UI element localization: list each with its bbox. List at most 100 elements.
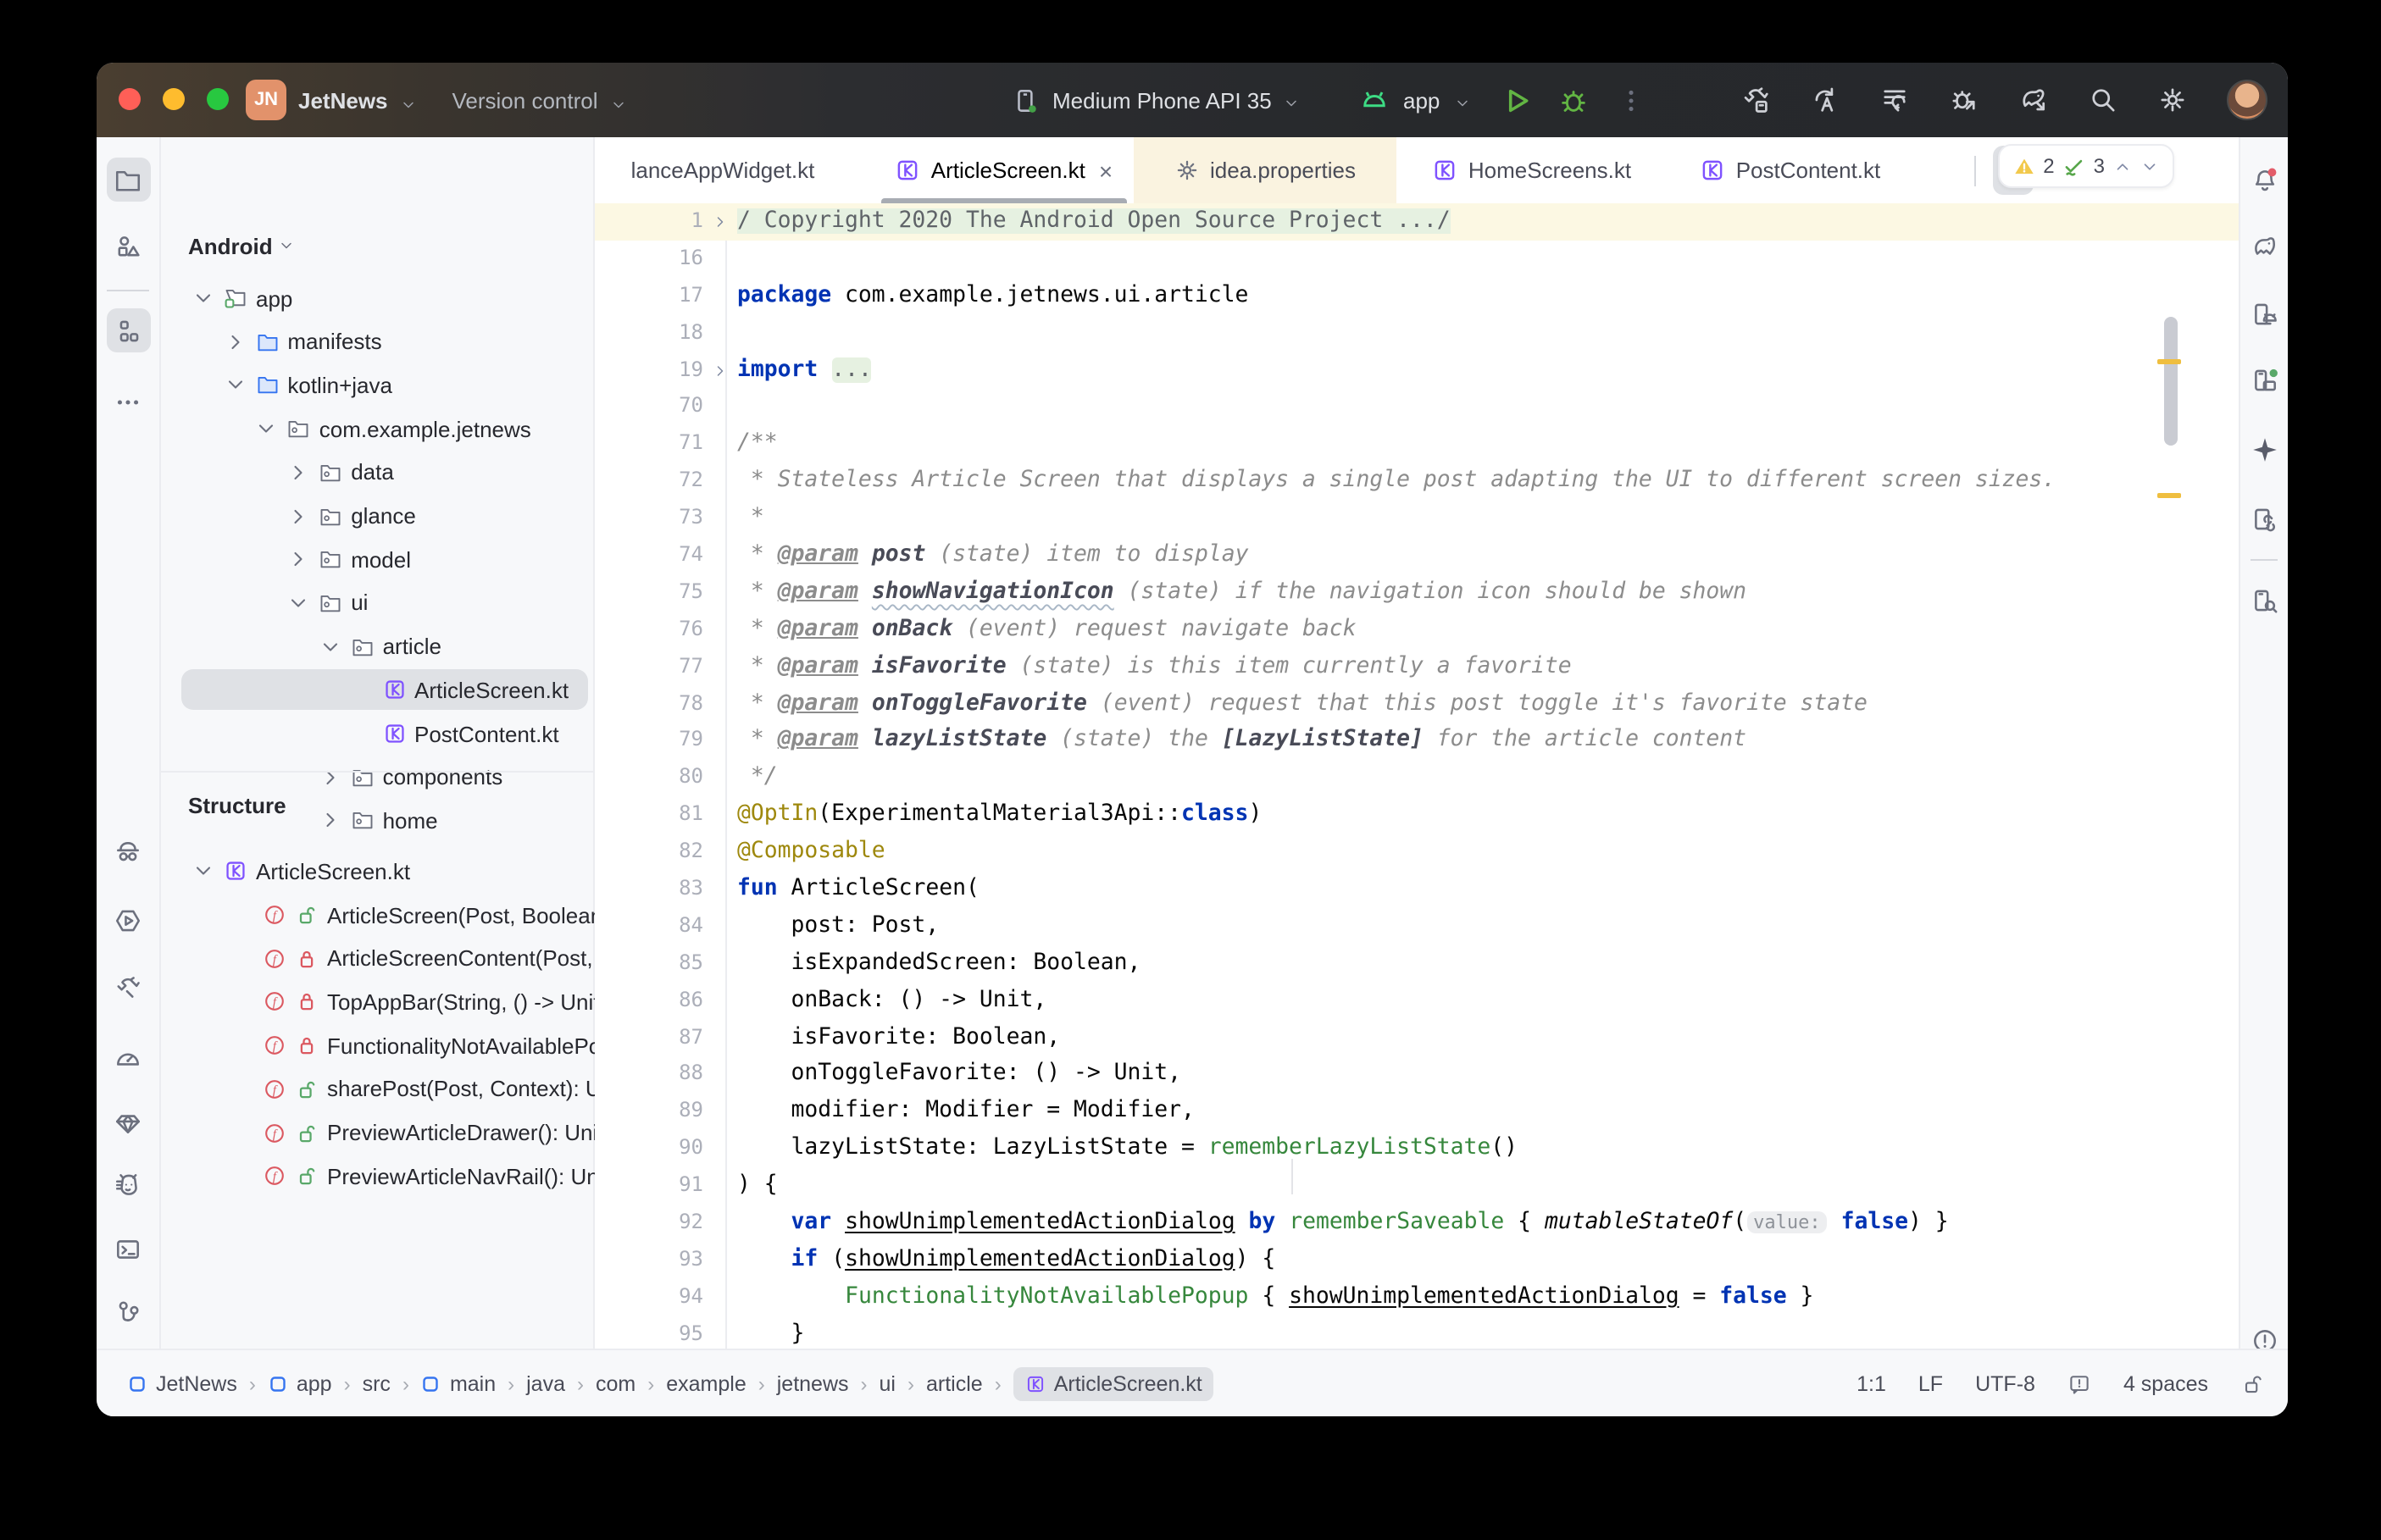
code-line-92[interactable]: 92 var showUnimplementedActionDialog by … [595,1205,2239,1242]
previous-highlight-chevron-up-icon[interactable] [2113,157,2132,175]
tab-idea.properties[interactable]: idea.properties [1134,137,1396,203]
breadcrumb-JetNews[interactable]: JetNews [127,1371,237,1395]
project-avatar[interactable]: JN [246,80,286,120]
code-line-90[interactable]: 90 lazyListState: LazyListState = rememb… [595,1131,2239,1168]
breadcrumb-app[interactable]: app [268,1371,332,1395]
tool-build-tool[interactable] [106,966,150,1010]
more-actions-kebab-icon[interactable] [1616,86,1645,114]
tool-gradle[interactable] [2242,224,2286,268]
structure-item[interactable]: f ArticleScreenContent(Post, () [263,938,613,978]
close-tab-icon[interactable]: × [1099,157,1113,184]
breadcrumb-java[interactable]: java [526,1371,565,1395]
tree-item-glance[interactable]: glance [286,496,416,536]
structure-item[interactable]: f PreviewArticleDrawer(): Unit [263,1112,604,1153]
run-configuration[interactable]: app [1403,87,1440,113]
tree-item-PostContent.kt[interactable]: PostContent.kt [350,713,559,754]
tool-device-mirror[interactable] [2242,496,2286,540]
code-line-94[interactable]: 94 FunctionalityNotAvailablePopup { show… [595,1279,2239,1316]
tree-item-kotlin+java[interactable]: kotlin+java [223,365,392,406]
code-line-72[interactable]: 72 * Stateless Article Screen that displ… [595,463,2239,500]
tool-logcat[interactable] [106,1162,150,1206]
tree-item-app[interactable]: app [191,278,292,319]
version-control-menu[interactable]: Version control [452,87,598,113]
tree-item-article[interactable]: article [319,626,441,667]
code-line-87[interactable]: 87 isFavorite: Boolean, [595,1019,2239,1056]
control-chevron-down[interactable] [1930,152,1957,188]
code-line-70[interactable]: 70 [595,389,2239,426]
indent-setting[interactable]: 4 spaces [2123,1371,2208,1395]
code-line-71[interactable]: 71 /** [595,426,2239,463]
tool-running-devices[interactable] [2242,357,2286,402]
tab-ArticleScreen.kt[interactable]: ArticleScreen.kt × [874,137,1134,203]
warning-stripe-mark[interactable] [2157,359,2181,364]
tool-device-manager[interactable] [2242,291,2286,335]
code-editor[interactable]: 1 / Copyright 2020 The Android Open Sour… [595,203,2239,1350]
tool-version-control-tool[interactable] [106,1289,150,1333]
code-line-18[interactable]: 18 [595,314,2239,352]
structure-item[interactable]: f ArticleScreen(Post, Boolean, [263,895,608,935]
tool-device-explorer[interactable] [106,830,150,874]
code-line-16[interactable]: 16 [595,241,2239,278]
structure-item[interactable]: f sharePost(Post, Context): Un [263,1069,613,1110]
breadcrumb-main[interactable]: main [421,1371,496,1395]
run-button[interactable] [1501,84,1533,116]
code-line-81[interactable]: 81 @OptIn(ExperimentalMaterial3Api::clas… [595,797,2239,834]
attach-debugger-icon[interactable] [1949,85,1979,115]
tool-structure-tool[interactable] [106,308,150,352]
file-encoding[interactable]: UTF-8 [1975,1371,2035,1395]
code-line-74[interactable]: 74 * @param post (state) item to display [595,537,2239,574]
tree-item-components[interactable]: components [319,756,502,797]
tree-item-ui[interactable]: ui [286,583,368,623]
code-line-91[interactable]: 91 ) { [595,1167,2239,1205]
tab-HomeScreens.kt[interactable]: HomeScreens.kt [1396,137,1668,203]
tool-project-folder[interactable] [106,158,150,202]
scrollbar-thumb[interactable] [2164,317,2178,446]
breadcrumb-src[interactable]: src [363,1371,391,1395]
tree-item-manifests[interactable]: manifests [223,321,382,362]
gradle-sync-icon[interactable] [2018,85,2049,115]
code-line-85[interactable]: 85 isExpandedScreen: Boolean, [595,945,2239,983]
structure-item[interactable]: f TopAppBar(String, () -> Unit, [263,982,606,1022]
tool-app-insights[interactable] [106,1100,150,1144]
fold-chevron-icon[interactable] [703,203,737,241]
code-line-88[interactable]: 88 onToggleFavorite: () -> Unit, [595,1056,2239,1094]
structure-item[interactable]: f PreviewArticleNavRail(): Unit [263,1155,610,1196]
code-line-93[interactable]: 93 if (showUnimplementedActionDialog) { [595,1242,2239,1279]
code-line-89[interactable]: 89 modifier: Modifier = Modifier, [595,1094,2239,1131]
code-line-79[interactable]: 79 * @param lazyListState (state) the [L… [595,723,2239,760]
inspections-bubble-icon[interactable] [2067,1371,2091,1395]
tree-item-model[interactable]: model [286,539,411,579]
tree-item-home[interactable]: home [319,800,438,841]
code-line-83[interactable]: 83 fun ArticleScreen( [595,871,2239,908]
caret-position[interactable]: 1:1 [1857,1371,1886,1395]
tree-item-com.example.jetnews[interactable]: com.example.jetnews [255,408,531,449]
structure-item[interactable]: f FunctionalityNotAvailablePop [263,1025,613,1066]
debug-button[interactable] [1557,84,1589,116]
tab-PostContent.kt[interactable]: PostContent.kt [1668,137,1913,203]
project-name-menu[interactable]: JetNews [298,87,388,113]
code-line-75[interactable]: 75 * @param showNavigationIcon (state) i… [595,574,2239,612]
apply-changes-icon[interactable] [1810,85,1840,115]
breadcrumb-jetnews[interactable]: jetnews [777,1371,849,1395]
tree-item-data[interactable]: data [286,452,394,493]
code-line-1[interactable]: 1 / Copyright 2020 The Android Open Sour… [595,203,2239,241]
code-line-17[interactable]: 17 package com.example.jetnews.ui.articl… [595,278,2239,315]
tree-item-ArticleScreen.kt[interactable]: ArticleScreen.kt [350,670,569,711]
code-line-19[interactable]: 19 import ... [595,352,2239,389]
code-line-86[interactable]: 86 onBack: () -> Unit, [595,982,2239,1019]
code-line-84[interactable]: 84 post: Post, [595,908,2239,945]
maximize-window-button[interactable] [207,88,229,110]
fold-chevron-icon[interactable] [703,352,737,389]
tool-resource-manager[interactable] [106,224,150,268]
tool-device-search[interactable] [2242,578,2286,622]
tool-terminal[interactable] [106,1227,150,1271]
apply-code-changes-icon[interactable] [1879,85,1910,115]
code-line-76[interactable]: 76 * @param onBack (event) request navig… [595,612,2239,649]
tool-profiler[interactable] [106,1035,150,1079]
breadcrumb-article[interactable]: article [926,1371,983,1395]
breadcrumb-com[interactable]: com [596,1371,635,1395]
breadcrumb-example[interactable]: example [666,1371,746,1395]
panel-divider[interactable] [161,771,593,773]
device-selector[interactable]: Medium Phone API 35 [1012,63,1301,137]
inspections-widget[interactable]: 2 3 [1997,144,2174,188]
